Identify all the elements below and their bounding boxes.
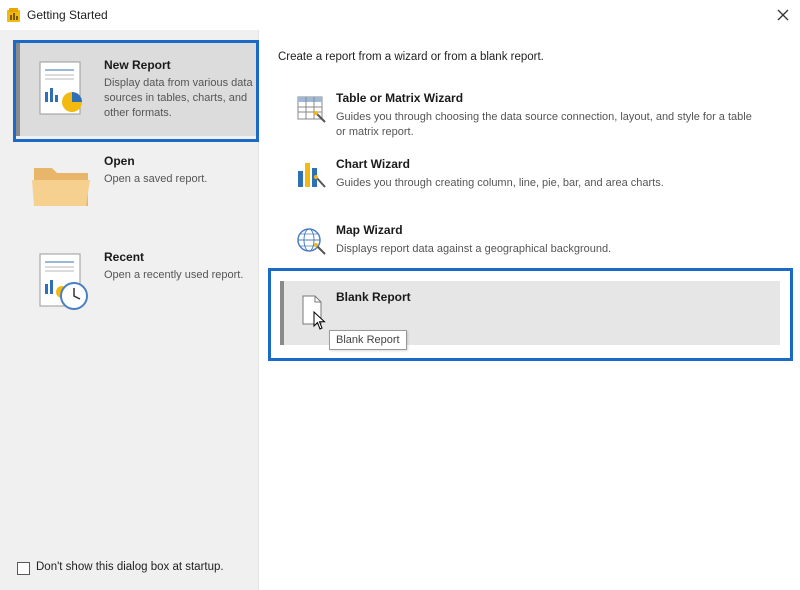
table-wizard-icon [297, 96, 326, 123]
sidebar-item-new-report[interactable]: New Report Display data from various dat… [16, 42, 258, 136]
chart-wizard-icon [298, 163, 326, 188]
recent-description: Open a recently used report. [104, 269, 244, 281]
tooltip: Blank Report [329, 330, 407, 350]
sidebar-item-open[interactable]: Open Open a saved report. [16, 138, 258, 232]
dont-show-label[interactable]: Don't show this dialog box at startup. [36, 561, 224, 573]
main-caption: Create a report from a wizard or from a … [278, 51, 544, 63]
dont-show-checkbox[interactable] [17, 562, 30, 575]
open-title: Open [104, 154, 135, 168]
table-matrix-wizard-description: Guides you through choosing the data sou… [336, 111, 752, 138]
chart-wizard-title: Chart Wizard [336, 157, 410, 171]
map-wizard-icon [297, 228, 326, 255]
blank-report-title: Blank Report [336, 290, 411, 304]
chart-wizard-option[interactable]: Chart Wizard Guides you through creating… [280, 157, 780, 197]
map-wizard-title: Map Wizard [336, 223, 403, 237]
close-icon[interactable] [772, 4, 794, 26]
table-matrix-wizard-title: Table or Matrix Wizard [336, 91, 464, 105]
recent-title: Recent [104, 250, 145, 264]
new-report-description: Display data from various data sources i… [104, 77, 253, 119]
title-bar: Getting Started [0, 0, 800, 30]
report-builder-icon [7, 8, 20, 22]
chart-wizard-description: Guides you through creating column, line… [336, 177, 664, 189]
folder-icon [32, 168, 90, 206]
mouse-cursor-icon [313, 311, 326, 330]
map-wizard-option[interactable]: Map Wizard Displays report data against … [280, 223, 780, 263]
open-description: Open a saved report. [104, 173, 208, 185]
recent-report-icon [39, 253, 88, 310]
sidebar-divider [258, 30, 259, 590]
new-report-icon [39, 61, 82, 115]
map-wizard-description: Displays report data against a geographi… [336, 243, 612, 255]
window-title: Getting Started [27, 8, 108, 22]
new-report-title: New Report [104, 58, 171, 72]
table-matrix-wizard-option[interactable]: Table or Matrix Wizard Guides you throug… [280, 91, 780, 141]
sidebar-item-recent[interactable]: Recent Open a recently used report. [16, 234, 258, 328]
